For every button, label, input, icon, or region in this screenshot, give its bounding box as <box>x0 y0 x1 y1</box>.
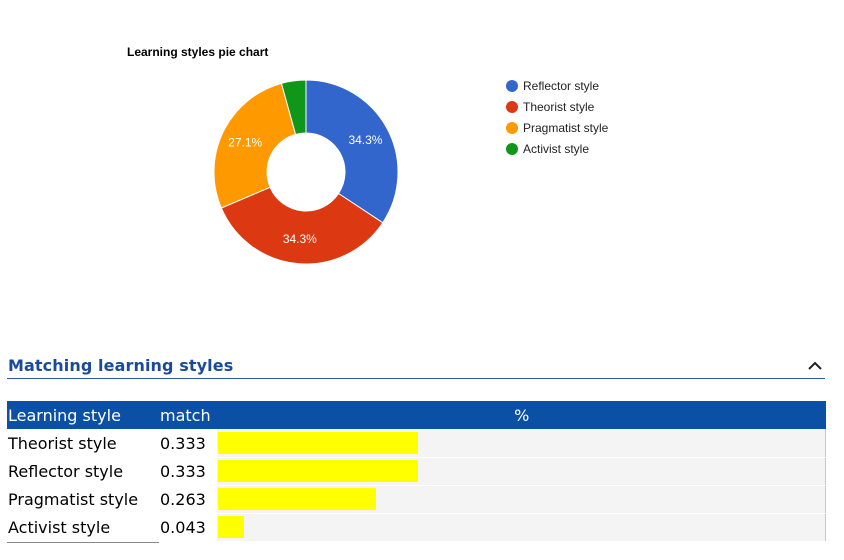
row-match-value: 0.043 <box>160 517 206 537</box>
pie-slice-label: 27.1% <box>228 136 262 150</box>
pie-slice-label: 34.3% <box>348 133 382 147</box>
header-match: match <box>158 401 217 429</box>
match-bar <box>218 516 244 538</box>
table-row: Reflector style 0.333 <box>7 457 826 486</box>
row-style-name: Theorist style <box>8 433 117 453</box>
legend-label: Pragmatist style <box>523 121 609 135</box>
pie-slice-label: 34.3% <box>283 232 317 246</box>
legend-marker <box>506 101 518 113</box>
row-match-value: 0.263 <box>160 489 206 509</box>
match-table: Learning style match % Theorist style 0.3… <box>7 401 826 542</box>
pie-chart-svg: Learning styles pie chart 34.3% 34.3% 27.1… <box>127 45 609 265</box>
pie-chart: Learning styles pie chart 34.3% 34.3% 27.1… <box>0 0 844 300</box>
row-bar-cell <box>217 457 826 486</box>
legend-marker <box>506 80 518 92</box>
row-style-name: Pragmatist style <box>8 489 139 509</box>
legend-label: Reflector style <box>523 79 599 93</box>
table-row: Pragmatist style 0.263 <box>7 485 826 514</box>
row-bar-cell <box>217 513 826 542</box>
header-learning-style: Learning style <box>7 401 158 429</box>
table-row: Theorist style 0.333 <box>7 429 826 458</box>
match-bar <box>218 431 418 454</box>
legend-marker <box>506 122 518 134</box>
chart-title: Learning styles pie chart <box>127 45 268 59</box>
table-header-row: Learning style match % <box>7 401 826 429</box>
legend-label: Theorist style <box>523 100 595 114</box>
header-percent: % <box>217 401 826 429</box>
match-bar <box>218 460 418 482</box>
row-match-value: 0.333 <box>160 433 206 453</box>
row-style-name: Activist style <box>8 517 111 537</box>
legend-label: Activist style <box>523 142 589 156</box>
section-title: Matching learning styles <box>8 356 234 375</box>
chevron-up-icon[interactable] <box>805 357 825 375</box>
section-header[interactable]: Matching learning styles <box>7 355 825 379</box>
match-bar <box>218 488 376 510</box>
row-match-value: 0.333 <box>160 461 206 481</box>
row-bar-cell <box>217 429 826 458</box>
row-bar-cell <box>217 485 826 514</box>
table-underline <box>7 542 159 543</box>
table-body: Theorist style 0.333 Reflector style 0.333 P… <box>7 429 826 542</box>
pie-slice-reflector-style[interactable] <box>305 79 399 224</box>
table-row: Activist style 0.043 <box>7 513 826 542</box>
legend-marker <box>506 143 518 155</box>
row-style-name: Reflector style <box>8 461 124 481</box>
